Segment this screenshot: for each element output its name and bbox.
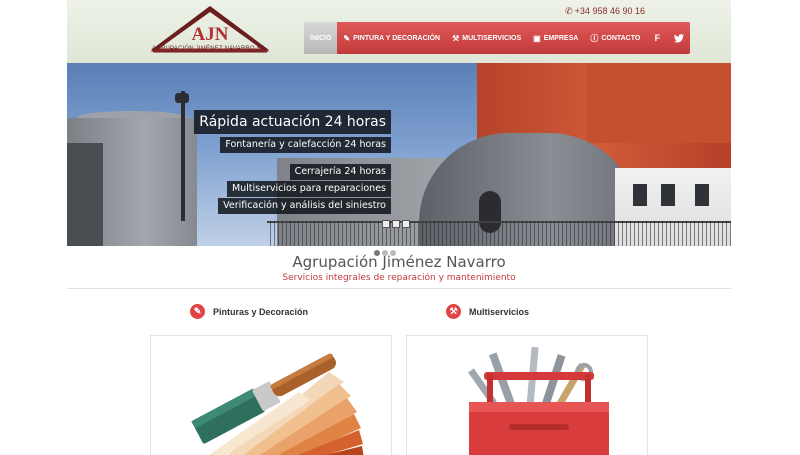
brush-icon: ✎: [190, 304, 205, 319]
service-heading-label: Pinturas y Decoración: [213, 306, 309, 317]
main-nav: Inicio ✎ Pintura y Decoración ⚒ Multiser…: [304, 22, 691, 54]
slide-lamp-pole: [181, 91, 185, 221]
slide-building-red-top: [587, 63, 731, 143]
slider-caption-line: Verificación y análisis del siniestro: [218, 198, 391, 214]
slider-caption-line: Fontanería y calefacción 24 horas: [220, 137, 391, 153]
nav-item-multiservicios[interactable]: ⚒ Multiservicios: [446, 22, 527, 54]
nav-label: Empresa: [543, 34, 579, 42]
phone-text: +34 958 46 90 16: [574, 6, 645, 16]
service-heading-pinturas[interactable]: ✎ Pinturas y Decoración: [190, 304, 308, 319]
intro-subtitle: Servicios integrales de reparación y man…: [282, 273, 516, 283]
nav-item-inicio[interactable]: Inicio: [304, 22, 338, 54]
service-heading-multiservicios[interactable]: ⚒ Multiservicios: [446, 304, 529, 319]
nav-label: Pintura y Decoración: [353, 34, 441, 42]
facebook-icon: f: [654, 33, 661, 43]
slide-fence: [267, 221, 731, 246]
phone-icon: ✆: [565, 6, 573, 16]
paintbrush-swatches-image: [191, 353, 364, 455]
brush-icon: ✎: [343, 33, 351, 43]
nav-label: Multiservicios: [462, 34, 522, 42]
slider-pause-icon[interactable]: [392, 220, 400, 228]
nav-label: Contacto: [601, 34, 641, 42]
header: AJN AGRUPACIÓN JIMÉNEZ NAVARRO S.L. ✆ +34…: [67, 0, 731, 63]
facebook-link[interactable]: f: [646, 22, 668, 54]
wrench-icon: ⚒: [452, 33, 460, 43]
service-card-pinturas[interactable]: [150, 335, 392, 455]
logo[interactable]: AJN AGRUPACIÓN JIMÉNEZ NAVARRO S.L.: [145, 6, 275, 58]
page: AJN AGRUPACIÓN JIMÉNEZ NAVARRO S.L. ✆ +34…: [67, 0, 731, 455]
toolbox-image: [468, 346, 609, 455]
slider-next-icon[interactable]: [402, 220, 410, 228]
info-icon: ⓘ: [590, 33, 599, 43]
slide-lamp: [175, 93, 189, 103]
nav-label: Inicio: [310, 34, 332, 42]
twitter-link[interactable]: [668, 22, 690, 54]
nav-item-pintura[interactable]: ✎ Pintura y Decoración: [337, 22, 446, 54]
wrench-icon: ⚒: [446, 304, 461, 319]
twitter-icon: [674, 33, 685, 42]
slider-caption-line: Multiservicios para reparaciones: [226, 181, 391, 197]
intro-title: Agrupación Jiménez Navarro: [292, 253, 506, 271]
svg-text:AJN: AJN: [192, 24, 229, 45]
slider-controls: [382, 220, 410, 228]
slide-building-left-dark: [67, 143, 103, 246]
hero-slider[interactable]: Rápida actuación 24 horas Fontanería y c…: [67, 63, 731, 246]
service-heading-label: Multiservicios: [469, 306, 530, 317]
slider-caption-line: Cerrajería 24 horas: [289, 164, 391, 180]
nav-item-empresa[interactable]: ▣ Empresa: [527, 22, 584, 54]
divider: [67, 288, 731, 289]
slider-prev-icon[interactable]: [382, 220, 390, 228]
slider-caption-title: Rápida actuación 24 horas: [194, 110, 391, 134]
nav-item-contacto[interactable]: ⓘ Contacto: [584, 22, 646, 54]
service-card-multiservicios[interactable]: [406, 335, 648, 455]
logo-subtitle: AGRUPACIÓN JIMÉNEZ NAVARRO S.L.: [151, 46, 269, 52]
phone-number[interactable]: ✆ +34 958 46 90 16: [565, 6, 645, 17]
briefcase-icon: ▣: [533, 33, 541, 43]
